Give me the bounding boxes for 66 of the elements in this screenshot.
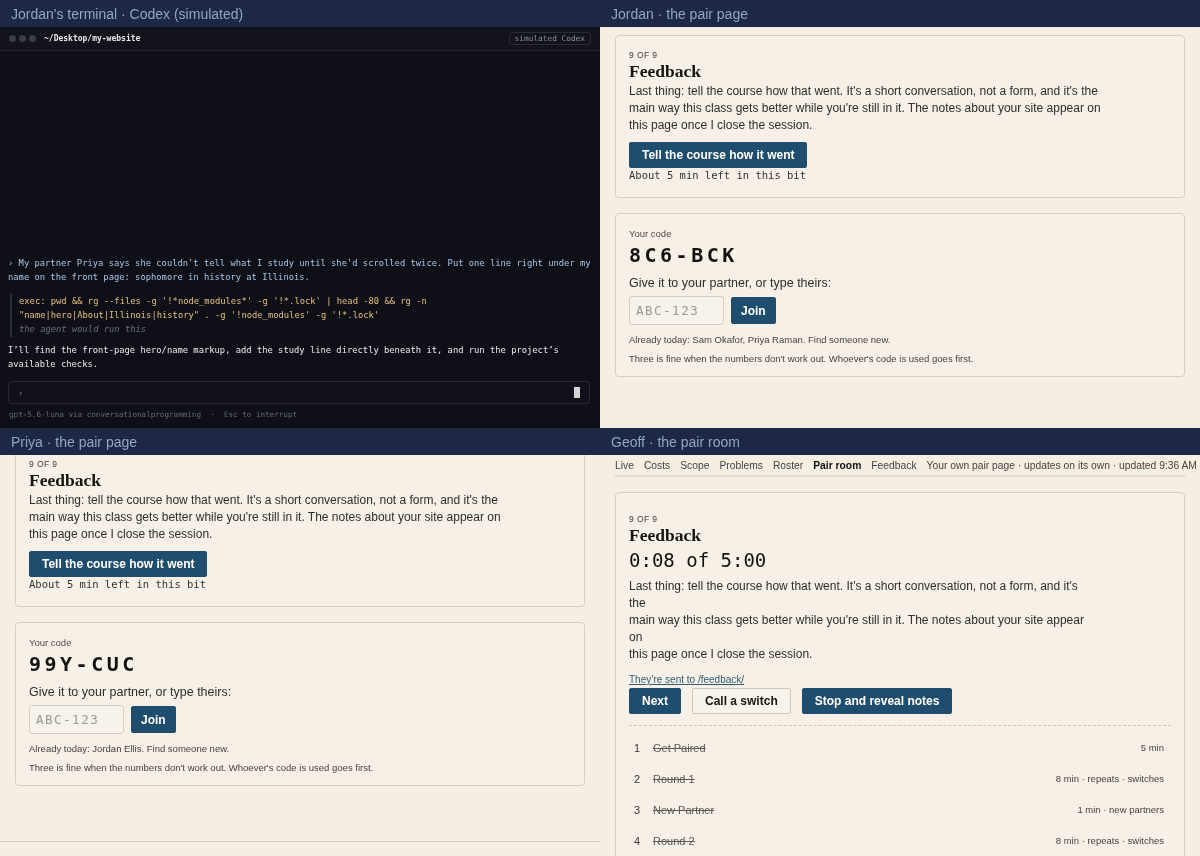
group-note: Three is fine when the numbers don't work out. Whoever's code is used goes first. [629, 353, 974, 364]
feedback-button[interactable]: Tell the course how it went [29, 551, 208, 577]
step-number: 1 [634, 741, 642, 754]
code-prompt: Give it to your partner, or type theirs: [29, 685, 232, 699]
nav-link[interactable]: Live [615, 459, 634, 471]
window-title: Priya · the pair page [11, 433, 138, 450]
update-status: Your own pair page · updates on its own · updated 9:36 AM [926, 459, 1197, 471]
feedback-link[interactable]: They’re sent to /feedback/ [629, 674, 745, 685]
step-number: 2 [634, 772, 642, 785]
timer: 0:08 of 5:00 [629, 549, 767, 571]
group-note: Three is fine when the numbers don't work out. Whoever's code is used goes first. [29, 762, 374, 773]
feedback-button[interactable]: Tell the course how it went [629, 142, 808, 168]
step-duration: 8 min · repeats · switches [1055, 773, 1164, 784]
step-name: Get Paired [653, 741, 706, 754]
code-label: Your code [629, 228, 672, 239]
switch-button[interactable]: Call a switch [692, 688, 791, 714]
section-heading: Feedback [629, 61, 701, 82]
step-number: 3 [634, 803, 642, 816]
terminal-path: ~/Desktop/my-website [44, 34, 141, 43]
window-dot-icon [19, 35, 26, 42]
feedback-text: Last thing: tell the course how that went. It's a short conversation, not a form, and it's the main way this class gets better while you're still in it. The notes about your site appear on this page once I close the session. [29, 492, 501, 543]
exec-note: the agent would run this [19, 323, 147, 336]
exec-command: exec: pwd && rg --files -g '!*node_modules*' -g '!*.lock' | head -80 && rg -n "name|hero|About|Illinois|history" . -g '!node_modules' -g '!*.lock' [19, 295, 427, 322]
feedback-text: Last thing: tell the course how that went. It's a short conversation, not a form, and it's the main way this class gets better while you're still in it. The notes about your site appear on this page once I close the session. [629, 578, 1084, 663]
user-message: › My partner Priya says she couldn't tell what I study until she'd scrolled twice. Put one line right under my name on the front page: sophomore in history at Illinois. [8, 257, 590, 284]
action-button[interactable]: Next [629, 688, 681, 714]
nav-link[interactable]: Costs [643, 459, 671, 471]
nav-link[interactable]: Scope [680, 459, 710, 471]
text-cursor-icon [574, 387, 580, 398]
step-label: 9 OF 9 [629, 514, 658, 524]
time-left: About 5 min left in this bit [29, 578, 206, 590]
window-title: Geoff · the pair room [611, 433, 740, 450]
terminal-input[interactable]: › [8, 381, 590, 404]
join-button[interactable]: Join [131, 706, 176, 733]
already-paired-note: Already today: Sam Okafor, Priya Raman. Find someone new. [629, 334, 891, 345]
code-input[interactable]: ABC-123 [629, 296, 724, 325]
section-heading: Feedback [29, 470, 101, 491]
step-label: 9 OF 9 [29, 459, 58, 469]
nav-link[interactable]: Pair room [813, 459, 862, 471]
pair-code: 8C6-BCK [629, 243, 738, 267]
step-name: New Partner [653, 803, 715, 816]
nav-link[interactable]: Feedback [871, 459, 917, 471]
section-heading: Feedback [629, 525, 701, 546]
action-button[interactable]: Stop and reveal notes [801, 688, 953, 714]
step-duration: 5 min [1140, 742, 1164, 753]
nav-link[interactable]: Roster [772, 459, 804, 471]
window-title: Jordan's terminal · Codex (simulated) [11, 5, 244, 22]
step-number: 4 [634, 834, 642, 847]
agent-reply: I’ll find the front-page hero/name markup, add the study line directly beneath it, and run the project’s available checks. [8, 344, 560, 371]
code-input[interactable]: ABC-123 [29, 705, 124, 734]
code-prompt: Give it to your partner, or type theirs: [629, 276, 832, 290]
time-left: About 5 min left in this bit [629, 169, 806, 181]
step-name: Round 1 [653, 772, 695, 785]
window-title: Jordan · the pair page [611, 5, 748, 22]
step-label: 9 OF 9 [629, 50, 658, 60]
nav-link[interactable]: Problems [719, 459, 763, 471]
step-name: Round 2 [653, 834, 695, 847]
already-paired-note: Already today: Jordan Ellis. Find someone new. [29, 743, 230, 754]
feedback-text: Last thing: tell the course how that went. It's a short conversation, not a form, and it's the main way this class gets better while you're still in it. The notes about your site appear on this page once I close the session. [629, 83, 1101, 134]
pair-code: 99Y-CUC [29, 652, 138, 676]
join-button[interactable]: Join [731, 297, 776, 324]
window-dot-icon [9, 35, 16, 42]
step-duration: 8 min · repeats · switches [1055, 835, 1164, 846]
window-dot-icon [29, 35, 36, 42]
step-duration: 1 min · new partners [1077, 804, 1164, 815]
code-label: Your code [29, 637, 72, 648]
